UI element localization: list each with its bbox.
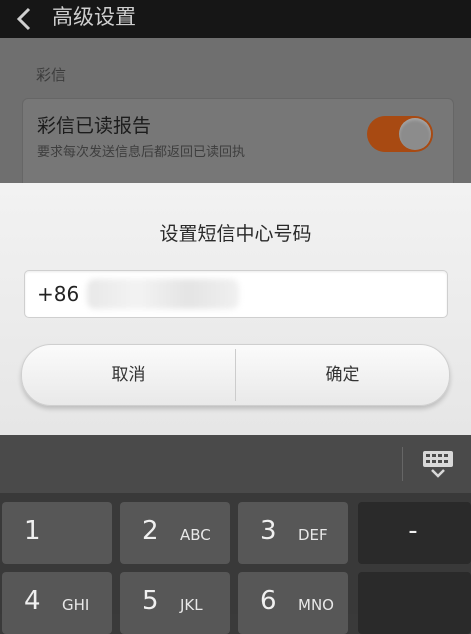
numeric-keyboard: 1 2 ABC 3 DEF - 4 GHI 5 JKL 6 MNO [0, 493, 471, 634]
keyboard-toolbar [0, 435, 471, 493]
number-input-value: +86 [37, 282, 80, 306]
pref-title: 彩信已读报告 [37, 115, 152, 137]
page-title: 高级设置 [52, 5, 136, 29]
sms-center-number-input[interactable]: +86 [24, 270, 448, 318]
pref-subtitle: 要求每次发送信息后都返回已读回执 [37, 145, 246, 160]
key-1[interactable]: 1 [2, 502, 112, 564]
key-digit: 5 [142, 586, 159, 616]
key-letters: DEF [298, 526, 328, 544]
read-report-toggle[interactable] [367, 116, 433, 152]
key-digit: 3 [260, 516, 277, 546]
key-letters: GHI [62, 596, 90, 614]
key-letters: ABC [180, 526, 211, 544]
redacted-number-mask [87, 279, 239, 309]
key-digit: 2 [142, 516, 159, 546]
key-2[interactable]: 2 ABC [120, 502, 230, 564]
dialog-button-row: 取消 确定 [21, 344, 450, 406]
cancel-button[interactable]: 取消 [22, 345, 235, 405]
keyboard-hide-icon[interactable] [420, 449, 456, 479]
toolbar-divider [402, 447, 403, 481]
key-digit: 1 [24, 516, 41, 546]
settings-list: 彩信 彩信已读报告 要求每次发送信息后都返回已读回执 [0, 38, 471, 200]
sms-center-dialog: 设置短信中心号码 +86 取消 确定 [0, 183, 471, 435]
toggle-knob [399, 118, 431, 150]
key-3[interactable]: 3 DEF [238, 502, 348, 564]
back-icon[interactable] [12, 6, 38, 32]
section-label-mms: 彩信 [36, 66, 67, 84]
key-symbol: - [408, 516, 418, 546]
dialog-title: 设置短信中心号码 [159, 223, 312, 245]
key-symbol-row2[interactable] [358, 572, 471, 634]
key-6[interactable]: 6 MNO [238, 572, 348, 634]
key-letters: MNO [298, 596, 334, 614]
key-digit: 6 [260, 586, 277, 616]
confirm-button[interactable]: 确定 [236, 345, 449, 405]
key-5[interactable]: 5 JKL [120, 572, 230, 634]
key-digit: 4 [24, 586, 41, 616]
top-bar: 高级设置 [0, 0, 471, 38]
key-letters: JKL [180, 596, 203, 614]
key-4[interactable]: 4 GHI [2, 572, 112, 634]
key-dash[interactable]: - [358, 502, 471, 564]
